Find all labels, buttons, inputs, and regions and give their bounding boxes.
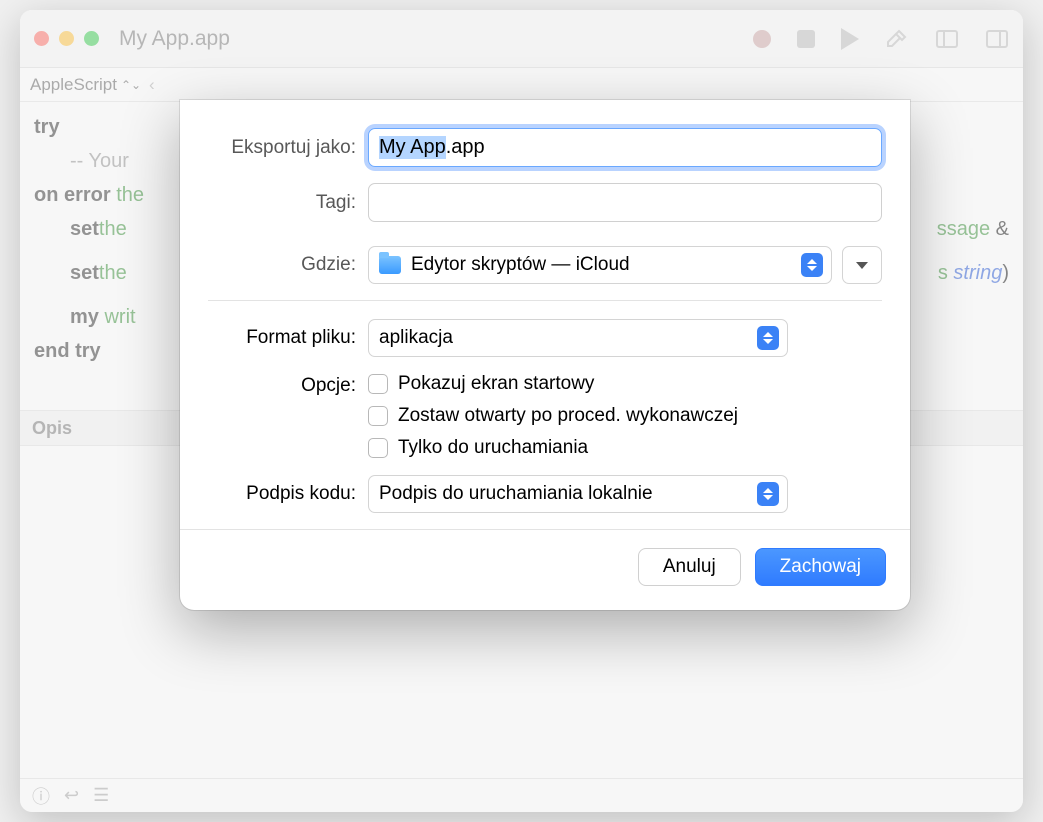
cancel-button[interactable]: Anuluj [638,548,741,586]
language-bar: AppleScript ⌃⌄ ‹ [20,68,1023,102]
code-token: set [70,256,99,290]
dialog-footer: Anuluj Zachowaj [180,529,910,606]
codesign-label: Podpis kodu: [208,483,368,505]
code-token: try [34,116,60,138]
toolbar [753,27,1009,51]
folder-icon [379,256,401,274]
minimize-window-icon[interactable] [59,31,74,46]
language-selector-label: AppleScript [30,75,117,95]
stop-icon[interactable] [797,30,815,48]
code-token: writ [99,306,136,328]
tags-label: Tagi: [208,192,368,214]
reply-icon[interactable]: ↩ [64,785,79,806]
opt-show-startup-checkbox[interactable] [368,374,388,394]
code-token: set [70,212,99,246]
code-token: on error [34,184,111,206]
filename-extension: .app [446,136,485,159]
code-token: ssage [937,218,990,240]
window-title: My App.app [119,27,230,51]
panel-left-icon[interactable] [935,27,959,51]
opt-stay-open-checkbox[interactable] [368,406,388,426]
status-footer: ⓘ ↩ ☰ [20,778,1023,812]
where-popup[interactable]: Edytor skryptów — iCloud [368,246,832,284]
nav-back-icon[interactable]: ‹ [149,75,155,95]
traffic-lights [34,31,99,46]
opt-run-only-label: Tylko do uruchamiania [398,437,588,459]
play-icon[interactable] [841,28,859,50]
codesign-popup[interactable]: Podpis do uruchamiania lokalnie [368,475,788,513]
export-as-label: Eksportuj jako: [208,137,368,159]
stepper-icon [757,482,779,506]
save-button[interactable]: Zachowaj [755,548,886,586]
file-format-popup[interactable]: aplikacja [368,319,788,357]
opt-run-only-checkbox[interactable] [368,438,388,458]
options-label: Opcje: [208,373,368,397]
chevron-updown-icon: ⌃⌄ [121,78,141,92]
record-icon[interactable] [753,30,771,48]
file-format-label: Format pliku: [208,327,368,349]
code-token: the [99,256,127,290]
code-token: string [953,262,1002,284]
where-label: Gdzie: [208,254,368,276]
tags-input[interactable] [368,183,882,222]
filename-input[interactable]: My App.app [368,128,882,167]
code-token: & [990,218,1009,240]
filename-selected-part: My App [379,136,446,159]
stepper-icon [801,253,823,277]
code-token: my [70,306,99,328]
code-token: -- Your [70,150,129,172]
opt-show-startup-label: Pokazuj ekran startowy [398,373,594,395]
build-hammer-icon[interactable] [885,27,909,51]
export-dialog: Eksportuj jako: My App.app Tagi: Gdzie: … [180,100,910,610]
language-selector[interactable]: AppleScript ⌃⌄ [30,75,141,95]
code-token: end try [34,340,101,362]
zoom-window-icon[interactable] [84,31,99,46]
file-format-value: aplikacja [379,327,453,349]
opt-stay-open-label: Zostaw otwarty po proced. wykonawczej [398,405,738,427]
panel-right-icon[interactable] [985,27,1009,51]
separator [208,300,882,301]
code-token: ) [1002,262,1009,284]
list-icon[interactable]: ☰ [93,785,109,806]
where-value: Edytor skryptów — iCloud [411,254,630,276]
titlebar: My App.app [20,10,1023,68]
close-window-icon[interactable] [34,31,49,46]
disclosure-button[interactable] [842,246,882,284]
stepper-icon [757,326,779,350]
info-icon[interactable]: ⓘ [32,783,50,809]
code-token: s [938,262,954,284]
description-bar-label: Opis [32,418,72,439]
codesign-value: Podpis do uruchamiania lokalnie [379,483,653,505]
code-token: the [99,212,127,246]
code-token: the [111,184,144,206]
